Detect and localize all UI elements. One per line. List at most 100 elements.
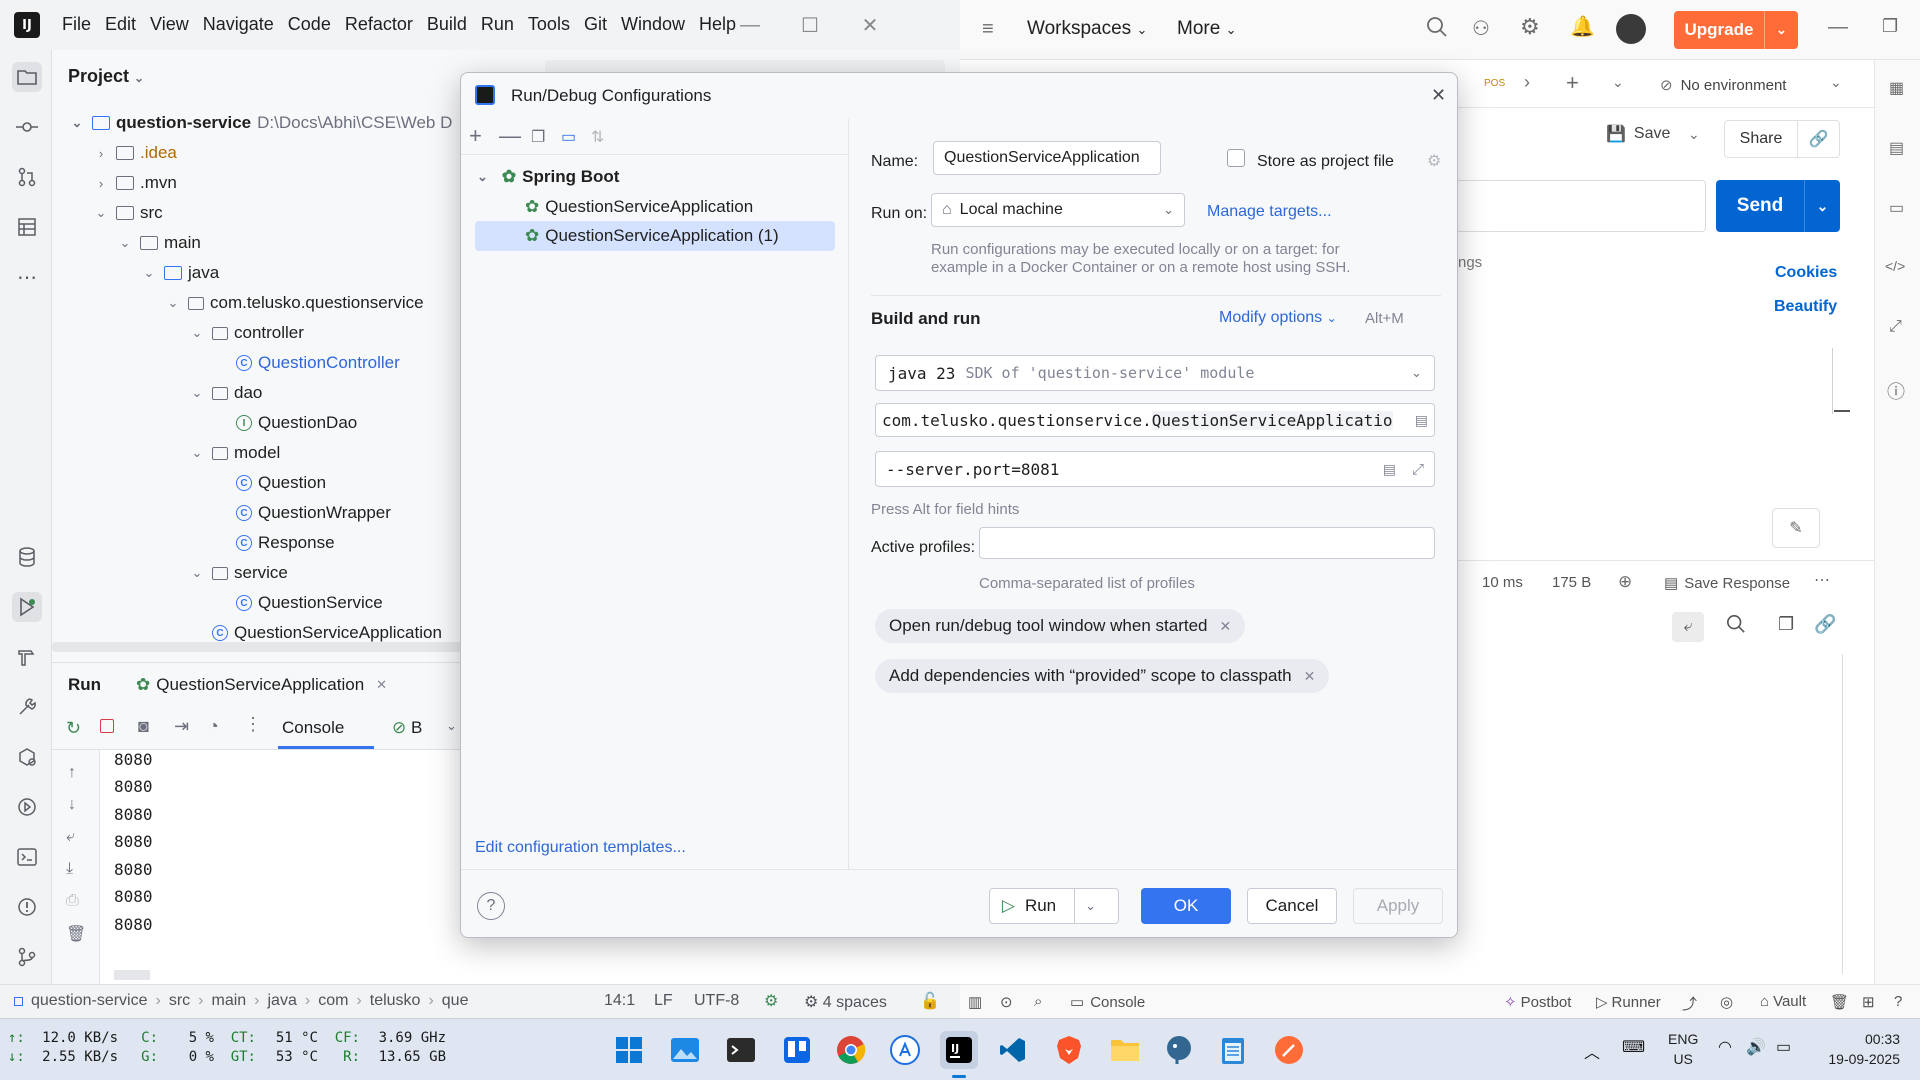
- intellij-app-icon[interactable]: IJ: [940, 1031, 978, 1069]
- profiler-icon[interactable]: ◔: [208, 716, 219, 737]
- menu-code[interactable]: Code: [288, 14, 331, 35]
- terminal-app-icon[interactable]: [722, 1031, 760, 1069]
- document-icon[interactable]: ▤: [1889, 138, 1904, 158]
- wrap-lines-icon[interactable]: ⤶: [1672, 612, 1704, 642]
- chevron-down-icon[interactable]: ⌄: [1764, 11, 1798, 49]
- breadcrumb-item[interactable]: question-service: [31, 992, 148, 1010]
- pull-requests-icon[interactable]: [12, 162, 42, 192]
- vscode-app-icon[interactable]: [994, 1031, 1032, 1069]
- ok-button[interactable]: OK: [1141, 888, 1231, 924]
- file-explorer-icon[interactable]: [1106, 1031, 1144, 1069]
- more-vertical-icon[interactable]: ⋮: [244, 714, 262, 735]
- volume-icon[interactable]: 🔊: [1746, 1037, 1766, 1057]
- sort-icon[interactable]: ⇅: [591, 127, 604, 147]
- active-profiles-input[interactable]: [979, 527, 1435, 559]
- problems-icon[interactable]: [12, 892, 42, 922]
- build-hammer-icon[interactable]: [12, 642, 42, 672]
- scroll-down-icon[interactable]: ↓: [68, 796, 76, 814]
- battery-icon[interactable]: ▭: [1776, 1037, 1791, 1057]
- macro-icon[interactable]: ▤: [1383, 461, 1396, 478]
- browse-icon[interactable]: ▤: [1415, 412, 1428, 429]
- manage-targets-link[interactable]: Manage targets...: [1207, 203, 1332, 221]
- tree-item-question[interactable]: C Question: [236, 468, 326, 498]
- url-input[interactable]: [1458, 180, 1706, 232]
- code-icon[interactable]: </>: [1885, 258, 1905, 274]
- run-split-button[interactable]: ▷ Run ⌄: [989, 888, 1119, 924]
- close-icon[interactable]: ✕: [1431, 85, 1446, 106]
- project-folder-icon[interactable]: [12, 62, 42, 92]
- brave-app-icon[interactable]: [1050, 1031, 1088, 1069]
- menu-file[interactable]: File: [62, 14, 91, 35]
- tree-item-questionservice[interactable]: C QuestionService: [236, 588, 383, 618]
- response-size[interactable]: 175 B: [1552, 574, 1591, 591]
- console-button[interactable]: ▭ Console: [1070, 993, 1145, 1012]
- info-icon[interactable]: ⓘ: [1887, 378, 1905, 404]
- find-icon[interactable]: ⌕: [1034, 993, 1042, 1010]
- remove-icon[interactable]: —: [499, 123, 521, 149]
- chevron-down-icon[interactable]: ⌄: [1612, 74, 1624, 91]
- close-icon[interactable]: ✕: [840, 0, 900, 50]
- config-item[interactable]: ✿ QuestionServiceApplication: [525, 197, 753, 217]
- caret-position[interactable]: 14:1: [604, 992, 635, 1010]
- sidebar-toggle-icon[interactable]: ▥: [968, 993, 982, 1011]
- new-folder-icon[interactable]: ▭: [561, 127, 576, 147]
- link-icon[interactable]: 🔗: [1797, 120, 1839, 158]
- run-on-select[interactable]: ⌂ Local machine ⌄: [931, 193, 1185, 227]
- save-response-button[interactable]: ▤ Save Response: [1664, 574, 1790, 593]
- cancel-button[interactable]: Cancel: [1247, 888, 1337, 924]
- link-icon[interactable]: 🔗: [1814, 614, 1836, 635]
- layout-icon[interactable]: ⊞: [1862, 993, 1875, 1011]
- remove-chip-icon[interactable]: ✕: [1219, 618, 1231, 635]
- database-icon[interactable]: [12, 542, 42, 572]
- chevron-down-icon[interactable]: ⌄: [1830, 74, 1842, 91]
- tree-item-root[interactable]: ⌄ question-service D:\Docs\Abhi\CSE\Web …: [68, 108, 453, 138]
- language-indicator[interactable]: ENG US: [1668, 1029, 1698, 1069]
- tree-scrollbar[interactable]: [52, 642, 472, 652]
- spring-boot-group[interactable]: ⌄ ✿ Spring Boot: [477, 167, 619, 187]
- breadcrumb-item[interactable]: com: [318, 992, 348, 1010]
- ai-assist-icon[interactable]: ✎: [1772, 508, 1820, 548]
- jdk-select[interactable]: java 23 SDK of 'question-service' module…: [875, 355, 1435, 391]
- tree-item-questionwrapper[interactable]: C QuestionWrapper: [236, 498, 391, 528]
- stop-icon[interactable]: [100, 719, 114, 733]
- postgres-app-icon[interactable]: [1160, 1031, 1198, 1069]
- packages-icon[interactable]: [12, 742, 42, 772]
- menu-run[interactable]: Run: [481, 14, 514, 35]
- search-icon[interactable]: [1426, 16, 1448, 43]
- beautify-link[interactable]: Beautify: [1774, 298, 1837, 316]
- more-horizontal-icon[interactable]: ⋯: [1814, 570, 1830, 590]
- copy-icon[interactable]: ❐: [531, 127, 545, 147]
- terminal-icon[interactable]: [12, 842, 42, 872]
- settings-gear-icon[interactable]: ⚙: [1427, 151, 1441, 171]
- tree-item-questioncontroller[interactable]: C QuestionController: [236, 348, 400, 378]
- menu-build[interactable]: Build: [427, 14, 467, 35]
- restore-icon[interactable]: ❐: [1882, 16, 1898, 37]
- trello-app-icon[interactable]: [778, 1031, 816, 1069]
- minimize-icon[interactable]: —: [720, 0, 780, 50]
- online-check-icon[interactable]: ⊙: [1000, 993, 1013, 1011]
- chevron-right-icon[interactable]: ›: [1524, 72, 1530, 93]
- apply-button[interactable]: Apply: [1353, 888, 1443, 924]
- soft-wrap-icon[interactable]: ⤶: [66, 828, 75, 846]
- chevron-down-icon[interactable]: ⌄: [1074, 889, 1106, 923]
- rerun-icon[interactable]: ↻: [66, 718, 81, 739]
- help-icon[interactable]: ?: [1894, 993, 1902, 1010]
- tree-item-src[interactable]: ⌄ src: [92, 198, 163, 228]
- comments-icon[interactable]: ▭: [1889, 198, 1904, 218]
- modify-options-link[interactable]: Modify options ⌄: [1219, 309, 1337, 327]
- resize-handle[interactable]: [1834, 410, 1850, 412]
- indent-setting[interactable]: ⚙ 4 spaces: [804, 992, 887, 1012]
- option-chip-open-tool-window[interactable]: Open run/debug tool window when started ✕: [875, 609, 1246, 643]
- name-input[interactable]: QuestionServiceApplication: [933, 141, 1161, 175]
- main-class-input[interactable]: com.telusko.questionservice. QuestionServ…: [875, 403, 1435, 437]
- settings-gear-icon[interactable]: ⚙: [1520, 14, 1540, 40]
- menu-window[interactable]: Window: [621, 14, 685, 35]
- chevron-down-icon[interactable]: ⌄: [446, 718, 457, 734]
- breadcrumb-item[interactable]: que: [442, 992, 469, 1010]
- more-tools-icon[interactable]: ⋯: [12, 262, 42, 292]
- chevron-up-icon[interactable]: ︿: [1584, 1039, 1600, 1063]
- print-icon[interactable]: ⎙: [66, 892, 79, 910]
- menu-refactor[interactable]: Refactor: [345, 14, 413, 35]
- keyboard-icon[interactable]: ⌨: [1622, 1037, 1645, 1057]
- breadcrumb-item[interactable]: src: [169, 992, 190, 1010]
